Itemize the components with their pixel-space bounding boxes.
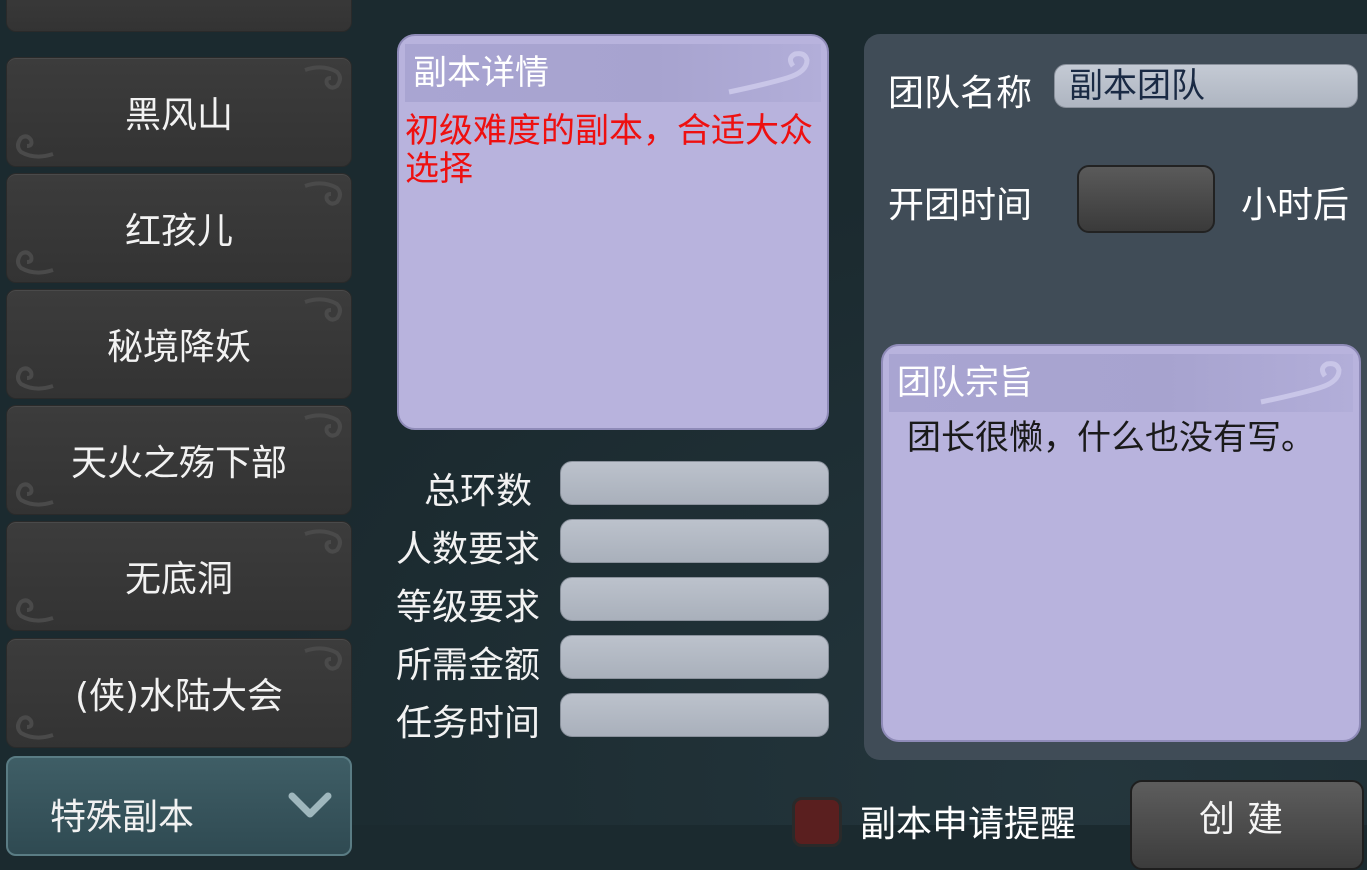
motto-title-bar: 团队宗旨 — [889, 354, 1353, 412]
team-name-label: 团队名称 — [888, 73, 1033, 114]
category-dropdown-label: 特殊副本 — [50, 797, 195, 838]
list-item-label: 黑风山 — [124, 95, 233, 136]
cloud-ornament-icon — [16, 715, 54, 740]
list-item[interactable]: 秘境降妖 — [6, 289, 352, 399]
cloud-ornament-icon — [304, 646, 342, 671]
team-name-input[interactable]: 副本团队 — [1054, 64, 1358, 108]
list-item[interactable]: 黑风山 — [6, 57, 352, 167]
cloud-ornament-icon — [16, 598, 54, 623]
player-count-field — [560, 519, 829, 563]
detail-title: 副本详情 — [413, 53, 549, 93]
gold-required-field — [560, 635, 829, 679]
list-item-label: (侠)水陆大会 — [74, 676, 284, 717]
task-time-label: 任务时间 — [396, 703, 541, 744]
remind-checkbox[interactable] — [792, 797, 842, 847]
list-item-label: 红孩儿 — [124, 211, 233, 252]
chevron-down-icon — [288, 792, 332, 818]
cloud-ornament-icon — [304, 413, 342, 438]
cloud-ornament-icon — [304, 529, 342, 554]
detail-description: 初级难度的副本，合适大众选择 — [405, 111, 813, 189]
list-item[interactable]: 红孩儿 — [6, 173, 352, 283]
cloud-ornament-icon — [16, 250, 54, 275]
player-count-label: 人数要求 — [396, 529, 541, 570]
start-time-input[interactable] — [1077, 165, 1215, 233]
level-requirement-field — [560, 577, 829, 621]
cloud-ornament-icon — [1260, 361, 1342, 405]
level-requirement-label: 等级要求 — [396, 587, 541, 628]
list-item[interactable] — [6, 0, 352, 32]
team-motto-text[interactable]: 团长很懒，什么也没有写。 — [907, 418, 1327, 458]
cloud-ornament-icon — [304, 181, 342, 206]
create-button[interactable]: 创建 — [1130, 780, 1364, 870]
list-item-label: 无底洞 — [124, 559, 233, 600]
motto-title: 团队宗旨 — [897, 363, 1033, 403]
list-item-label: 天火之殇下部 — [70, 443, 287, 484]
remind-label: 副本申请提醒 — [860, 804, 1077, 845]
list-item-label: 秘境降妖 — [106, 327, 251, 368]
task-time-field — [560, 693, 829, 737]
cloud-ornament-icon — [16, 366, 54, 391]
list-item[interactable]: 天火之殇下部 — [6, 405, 352, 515]
instance-detail-panel: 副本详情 初级难度的副本，合适大众选择 — [397, 34, 829, 430]
cloud-ornament-icon — [304, 65, 342, 90]
hours-suffix-label: 小时后 — [1241, 185, 1350, 226]
list-item[interactable]: (侠)水陆大会 — [6, 638, 352, 748]
start-time-label: 开团时间 — [888, 185, 1033, 226]
cloud-ornament-icon — [16, 482, 54, 507]
cloud-ornament-icon — [304, 297, 342, 322]
total-rounds-field — [560, 461, 829, 505]
cloud-ornament-icon — [728, 51, 810, 95]
total-rounds-label: 总环数 — [424, 471, 533, 512]
category-dropdown[interactable]: 特殊副本 — [6, 756, 352, 856]
team-motto-panel: 团队宗旨 团长很懒，什么也没有写。 — [881, 344, 1361, 742]
gold-required-label: 所需金额 — [396, 645, 541, 686]
cloud-ornament-icon — [16, 134, 54, 159]
list-item[interactable]: 无底洞 — [6, 521, 352, 631]
detail-title-bar: 副本详情 — [405, 44, 821, 102]
